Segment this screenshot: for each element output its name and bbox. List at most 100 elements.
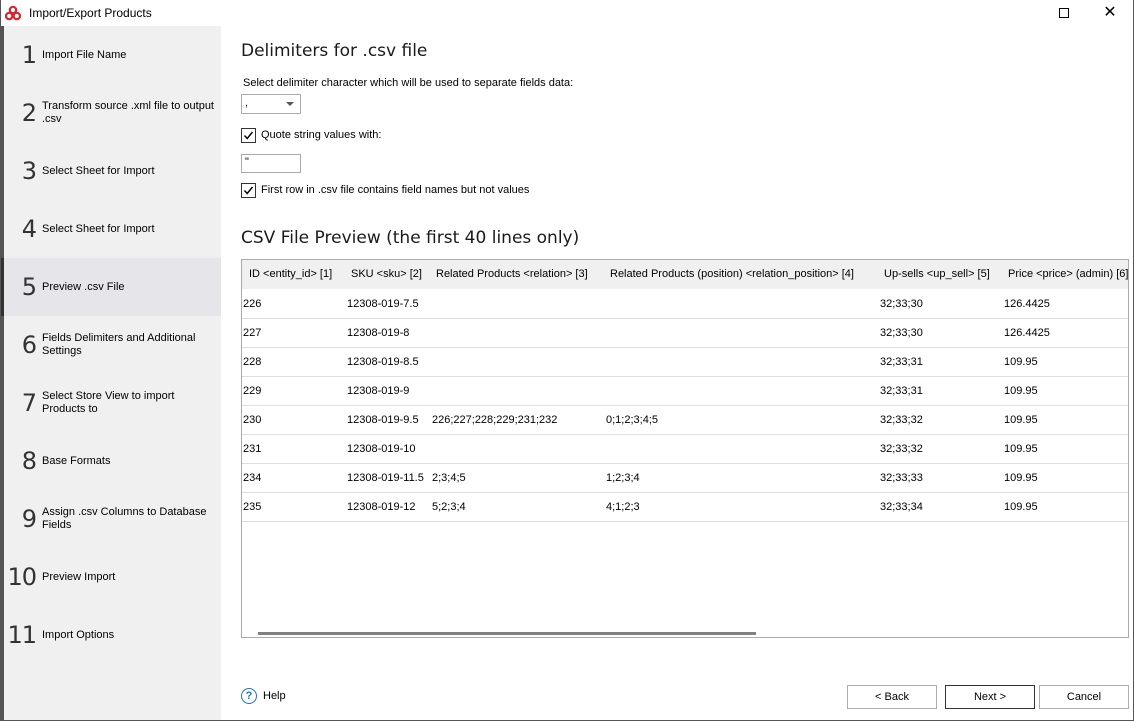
table-cell: 32;33;33 [880, 472, 923, 484]
step-label: Import Options [42, 628, 115, 641]
step-number: 4 [21, 215, 37, 243]
table-cell: 32;33;34 [880, 501, 923, 513]
table-cell: 126.4425 [1004, 298, 1050, 310]
table-cell: 227 [243, 327, 262, 339]
maximize-icon [1059, 7, 1069, 18]
step-label: Select Store View to import Products to [42, 390, 175, 415]
table-cell: 109.95 [1004, 385, 1038, 397]
first-row-header-checkbox[interactable] [241, 183, 256, 198]
step-number: 1 [21, 41, 37, 69]
csv-preview-grid[interactable]: ID <entity_id> [1] SKU <sku> [2] Related… [241, 259, 1129, 638]
step-label: Base Formats [42, 454, 111, 467]
table-cell: 1;2;3;4 [606, 472, 640, 484]
table-cell: 230 [243, 414, 262, 426]
table-cell: 12308-019-12 [347, 501, 416, 513]
app-logo-icon [5, 5, 21, 20]
close-icon: ✕ [1103, 3, 1117, 21]
step-2[interactable]: 2 Transform source .xml file to output .… [4, 84, 221, 142]
quote-character-input[interactable]: " [241, 154, 301, 173]
table-cell: 126.4425 [1004, 327, 1050, 339]
step-label: Preview Import [42, 570, 116, 583]
preview-heading: CSV File Preview (the first 40 lines onl… [241, 228, 580, 248]
step-label: Transform source .xml file to output .cs… [42, 100, 214, 125]
table-cell: 12308-019-8.5 [347, 356, 419, 368]
help-icon: ? [241, 688, 257, 704]
step-11[interactable]: 11 Import Options [4, 606, 221, 664]
table-cell: 229 [243, 385, 262, 397]
main-panel: Delimiters for .csv file Select delimite… [221, 26, 1133, 720]
table-row[interactable]: 231 12308-019-10 32;33;32 109.95 [242, 435, 1128, 464]
step-4[interactable]: 4 Select Sheet for Import [4, 200, 221, 258]
step-number: 8 [21, 447, 37, 475]
checkmark-icon [243, 186, 254, 195]
maximize-button[interactable] [1041, 0, 1087, 25]
table-row[interactable]: 230 12308-019-9.5 226;227;228;229;231;232 0… [242, 406, 1128, 435]
step-label: Assign .csv Columns to Database Fields [42, 506, 207, 531]
table-cell: 32;33;31 [880, 356, 923, 368]
step-number: 11 [7, 621, 37, 649]
step-7[interactable]: 7 Select Store View to import Products t… [4, 374, 221, 432]
column-header[interactable]: SKU <sku> [2] [351, 268, 422, 280]
back-button[interactable]: < Back [847, 685, 937, 709]
checkmark-icon [243, 131, 254, 140]
step-label: Import File Name [42, 48, 127, 61]
table-cell: 0;1;2;3;4;5 [606, 414, 658, 426]
table-row[interactable]: 228 12308-019-8.5 32;33;31 109.95 [242, 348, 1128, 377]
column-header[interactable]: Price <price> (admin) [6] [1008, 268, 1128, 280]
step-8[interactable]: 8 Base Formats [4, 432, 221, 490]
column-header[interactable]: Related Products <relation> [3] [436, 268, 588, 280]
step-number: 3 [21, 157, 37, 185]
window-title: Import/Export Products [29, 5, 152, 20]
step-label: Fields Delimiters and Additional Setting… [42, 332, 196, 357]
table-cell: 226;227;228;229;231;232 [432, 414, 558, 426]
step-1[interactable]: 1 Import File Name [4, 26, 221, 84]
column-header[interactable]: Up-sells <up_sell> [5] [884, 268, 990, 280]
page-title: Delimiters for .csv file [241, 41, 428, 61]
column-header[interactable]: ID <entity_id> [1] [249, 268, 332, 280]
table-cell: 109.95 [1004, 443, 1038, 455]
table-cell: 235 [243, 501, 262, 513]
horizontal-scrollbar[interactable] [258, 632, 756, 635]
table-row[interactable]: 235 12308-019-12 5;2;3;4 4;1;2;3 32;33;34 109… [242, 493, 1128, 522]
table-cell: 228 [243, 356, 262, 368]
table-cell: 32;33;30 [880, 298, 923, 310]
next-button[interactable]: Next > [945, 685, 1035, 709]
delimiter-select[interactable]: , [241, 94, 301, 114]
table-cell: 226 [243, 298, 262, 310]
step-10[interactable]: 10 Preview Import [4, 548, 221, 606]
column-header[interactable]: Related Products (position) <relation_po… [610, 268, 854, 280]
table-row[interactable]: 234 12308-019-11.5 2;3;4;5 1;2;3;4 32;33;33 1… [242, 464, 1128, 493]
step-6[interactable]: 6 Fields Delimiters and Additional Setti… [4, 316, 221, 374]
step-number: 9 [21, 505, 37, 533]
close-button[interactable]: ✕ [1087, 0, 1133, 25]
chevron-down-icon [286, 102, 294, 106]
grid-header-row: ID <entity_id> [1] SKU <sku> [2] Related… [242, 260, 1128, 289]
table-row[interactable]: 229 12308-019-9 32;33;31 109.95 [242, 377, 1128, 406]
step-label: Preview .csv File [42, 280, 125, 293]
table-cell: 109.95 [1004, 501, 1038, 513]
table-cell: 12308-019-10 [347, 443, 416, 455]
title-bar: Import/Export Products ✕ [1, 0, 1133, 25]
table-row[interactable]: 226 12308-019-7.5 32;33;30 126.4425 [242, 290, 1128, 319]
table-cell: 32;33;32 [880, 443, 923, 455]
table-cell: 12308-019-11.5 [347, 472, 424, 484]
step-5-active[interactable]: 5 Preview .csv File [1, 258, 221, 316]
table-cell: 109.95 [1004, 414, 1038, 426]
table-row[interactable]: 227 12308-019-8 32;33;30 126.4425 [242, 319, 1128, 348]
quote-strings-checkbox[interactable] [241, 128, 256, 143]
table-cell: 32;33;31 [880, 385, 923, 397]
table-cell: 231 [243, 443, 262, 455]
table-cell: 109.95 [1004, 356, 1038, 368]
step-9[interactable]: 9 Assign .csv Columns to Database Fields [4, 490, 221, 548]
delimiter-value: , [245, 97, 249, 109]
table-cell: 32;33;32 [880, 414, 923, 426]
table-cell: 12308-019-9.5 [347, 414, 419, 426]
cancel-button[interactable]: Cancel [1039, 685, 1129, 709]
step-number: 7 [21, 389, 37, 417]
wizard-steps-sidebar: 1 Import File Name 2 Transform source .x… [1, 26, 221, 720]
help-link[interactable]: ? Help [241, 688, 286, 704]
table-cell: 5;2;3;4 [432, 501, 466, 513]
table-cell: 12308-019-7.5 [347, 298, 419, 310]
step-3[interactable]: 3 Select Sheet for Import [4, 142, 221, 200]
table-cell: 234 [243, 472, 262, 484]
